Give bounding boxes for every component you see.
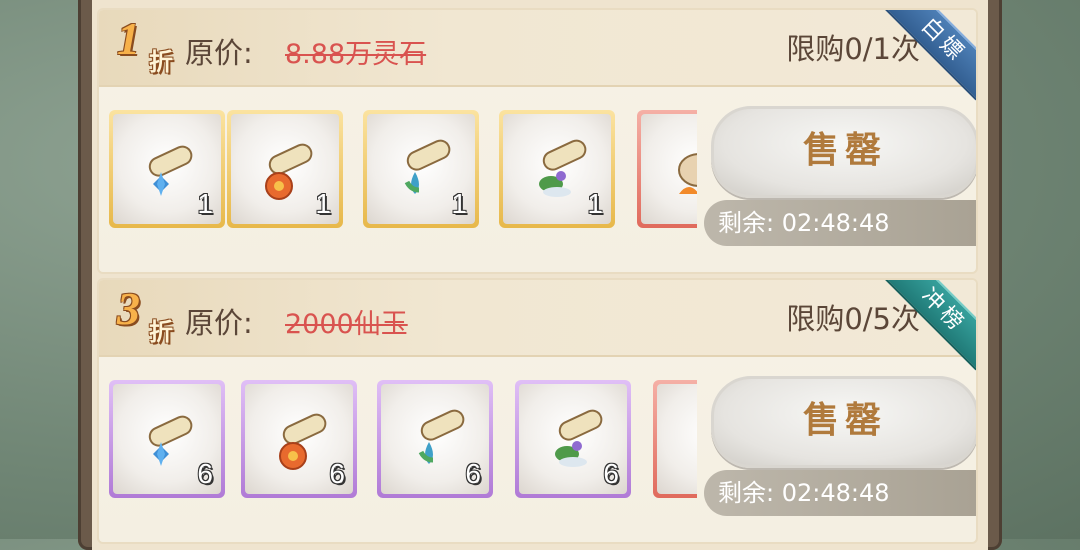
remaining-time: 剩余: 02:48:48 — [704, 200, 976, 246]
item-slot[interactable]: 1 — [363, 110, 479, 228]
vase-icon — [675, 402, 697, 482]
item-count: 1 — [451, 188, 467, 219]
item-count: 1 — [315, 188, 331, 219]
purchase-limit: 限购0/5次 — [786, 302, 920, 336]
item-slot[interactable]: 1 — [227, 110, 343, 228]
item-slot[interactable]: 6 — [109, 380, 225, 498]
discount-number: 3 — [117, 283, 140, 334]
original-price-label: 原价: — [185, 36, 253, 70]
original-price: 8.88万灵石 — [285, 39, 427, 70]
item-count: 6 — [197, 458, 213, 489]
item-slot[interactable]: 6 — [377, 380, 493, 498]
item-count: 6 — [465, 458, 481, 489]
offer-header: 3 折 原价: 2000仙玉 限购0/5次 冲榜 — [99, 280, 976, 371]
beast-fire-icon — [678, 153, 697, 194]
original-price-label: 原价: — [185, 306, 253, 340]
discount-char: 折 — [149, 318, 173, 346]
discount-badge: 3 折 — [105, 280, 193, 354]
original-price: 2000仙玉 — [285, 309, 408, 340]
item-slot[interactable]: 1 — [109, 110, 225, 228]
discount-char: 折 — [149, 48, 173, 76]
offer-card-1: 1 折 原价: 8.88万灵石 限购0/1次 白嫖 1 1 1 1 售罄 剩余:… — [97, 8, 978, 274]
item-slot[interactable] — [637, 110, 697, 228]
sold-out-button[interactable]: 售罄 — [711, 376, 976, 468]
item-count: 6 — [329, 458, 345, 489]
item-count: 6 — [603, 458, 619, 489]
item-slot[interactable]: 6 — [241, 380, 357, 498]
item-count: 1 — [197, 188, 213, 219]
item-slot[interactable]: 1 — [499, 110, 615, 228]
discount-number: 1 — [117, 13, 140, 64]
item-slot[interactable]: 6 — [515, 380, 631, 498]
item-slot[interactable] — [653, 380, 697, 498]
discount-badge: 1 折 — [105, 10, 193, 84]
offer-header: 1 折 原价: 8.88万灵石 限购0/1次 白嫖 — [99, 10, 976, 101]
item-list: 1 1 1 1 — [109, 110, 697, 234]
item-list: 6 6 6 6 — [109, 380, 697, 504]
offer-card-2: 3 折 原价: 2000仙玉 限购0/5次 冲榜 6 6 6 6 售罄 剩余: … — [97, 278, 978, 544]
item-count: 1 — [587, 188, 603, 219]
sold-out-button[interactable]: 售罄 — [711, 106, 976, 198]
remaining-time: 剩余: 02:48:48 — [704, 470, 976, 516]
purchase-limit: 限购0/1次 — [786, 32, 920, 66]
